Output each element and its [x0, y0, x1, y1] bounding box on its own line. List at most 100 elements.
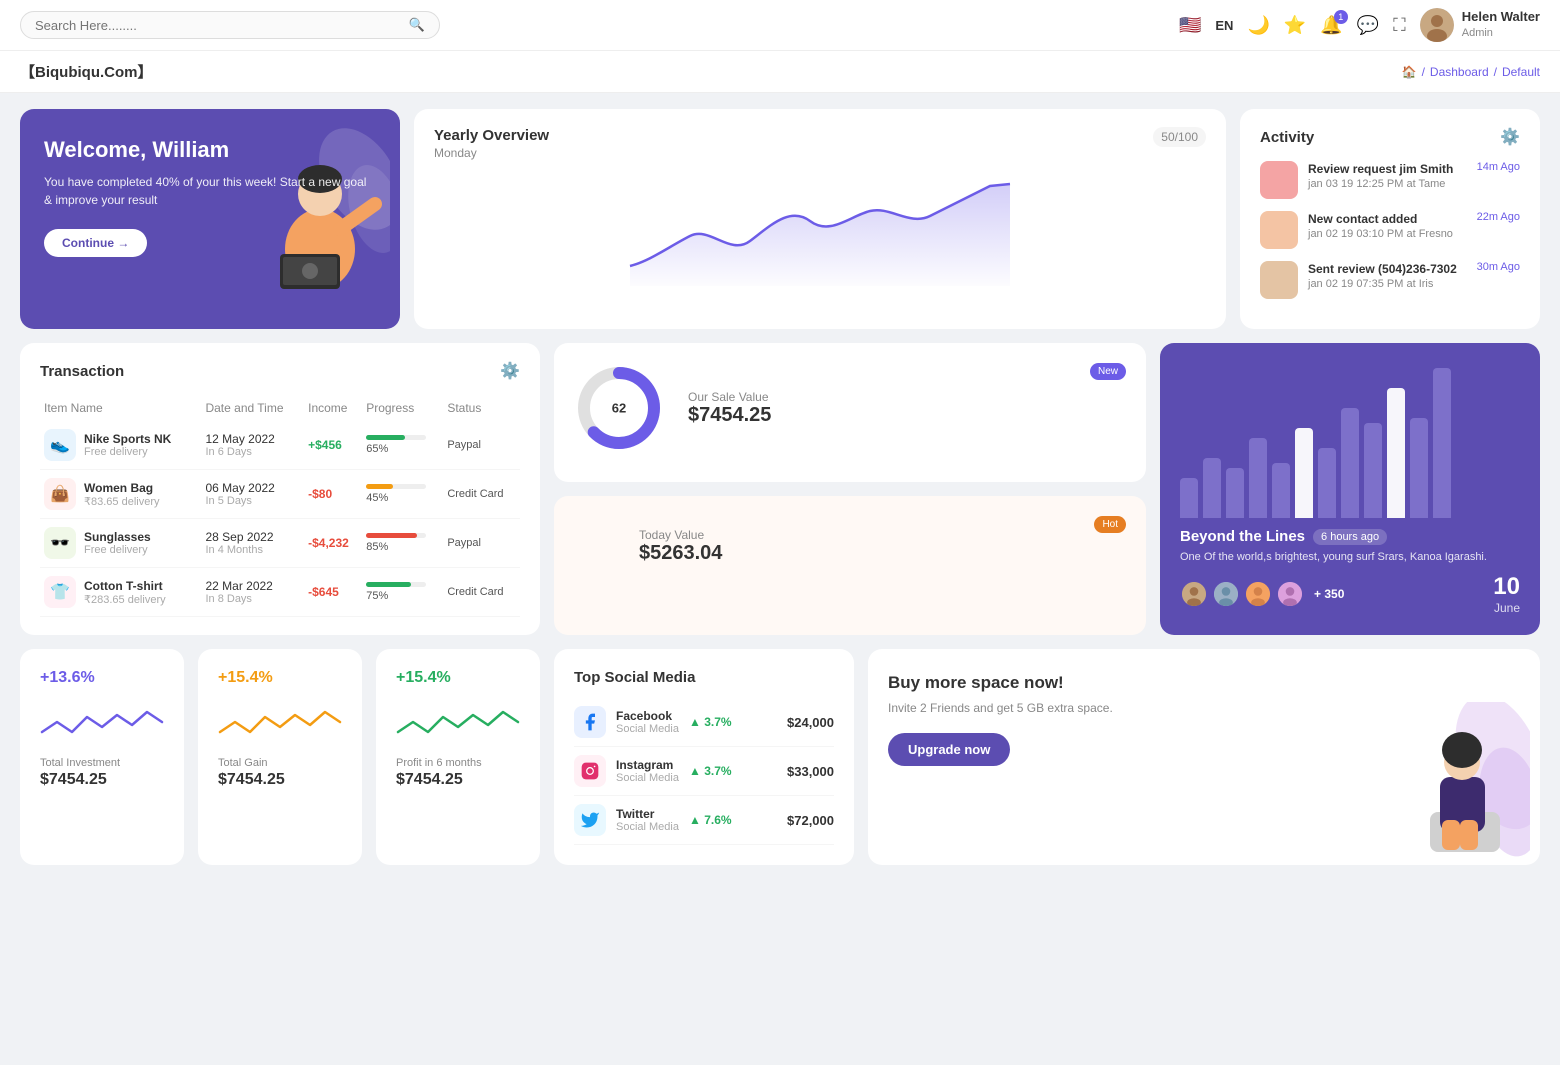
row-1: Welcome, William You have completed 40% …	[20, 109, 1540, 329]
date-cell: 12 May 2022 In 6 Days	[201, 421, 304, 470]
search-input[interactable]	[35, 18, 401, 33]
breadcrumb-bar: 【Biqubiqu.Com】 🏠 / Dashboard / Default	[0, 51, 1560, 93]
sale-column: 62 Our Sale Value $7454.25 New Today Val…	[554, 343, 1146, 635]
search-icon: 🔍	[409, 17, 425, 33]
activity-detail: jan 02 19 07:35 PM at Iris	[1308, 278, 1467, 290]
yearly-progress: 50/100	[1153, 127, 1206, 147]
today-info: Today Value $5263.04	[639, 528, 722, 565]
fullscreen-icon[interactable]: ⛶	[1393, 15, 1406, 36]
activity-item: Review request jim Smith jan 03 19 12:25…	[1260, 161, 1520, 199]
stat-value: $7454.25	[396, 771, 520, 789]
item-name: Cotton T-shirt	[84, 579, 166, 593]
notification-badge: 1	[1334, 10, 1348, 24]
social-name-group: Facebook Social Media	[616, 709, 679, 735]
stat-card: +15.4% Total Gain $7454.25	[198, 649, 362, 865]
user-role: Admin	[1462, 26, 1540, 40]
yearly-subtitle: Monday	[434, 146, 549, 160]
social-pct: ▲ 7.6%	[689, 813, 732, 827]
language-label[interactable]: EN	[1215, 18, 1233, 33]
welcome-title: Welcome, William	[44, 137, 376, 163]
activity-title: Activity	[1260, 129, 1314, 146]
progress-pct: 45%	[366, 492, 439, 504]
social-amount: $33,000	[787, 764, 834, 779]
stat-label: Total Gain	[218, 757, 342, 769]
item-date: 06 May 2022	[205, 481, 300, 495]
item-date: 12 May 2022	[205, 432, 300, 446]
activity-card: Activity ⚙️ Review request jim Smith jan…	[1240, 109, 1540, 329]
upgrade-button[interactable]: Upgrade now	[888, 733, 1010, 766]
progress-pct: 85%	[366, 541, 439, 553]
main-content: Welcome, William You have completed 40% …	[0, 93, 1560, 881]
donut-chart: 62	[574, 363, 664, 453]
item-days: In 6 Days	[205, 446, 300, 458]
avatar-3	[1244, 580, 1272, 608]
yearly-chart	[434, 166, 1206, 286]
item-name: Sunglasses	[84, 530, 151, 544]
item-name-cell: 🕶️ Sunglasses Free delivery	[40, 519, 201, 568]
activity-time: 22m Ago	[1477, 211, 1520, 223]
social-pct: ▲ 3.7%	[689, 764, 732, 778]
plus-count: + 350	[1314, 587, 1344, 601]
yearly-header: Yearly Overview Monday 50/100	[434, 127, 1206, 160]
item-name-cell: 👕 Cotton T-shirt ₹283.65 delivery	[40, 568, 201, 617]
buy-illustration	[1400, 702, 1530, 865]
notification-icon[interactable]: 🔔1	[1320, 15, 1342, 36]
progress-pct: 75%	[366, 590, 439, 602]
breadcrumb-dashboard[interactable]: Dashboard	[1430, 65, 1489, 79]
social-icon	[574, 706, 606, 738]
date-box: 10 June	[1493, 573, 1520, 615]
social-icon	[574, 755, 606, 787]
item-icon: 👜	[44, 478, 76, 510]
stat-pct: +15.4%	[396, 669, 520, 687]
home-icon[interactable]: 🏠	[1402, 65, 1417, 79]
yearly-overview-card: Yearly Overview Monday 50/100	[414, 109, 1226, 329]
activity-name: Review request jim Smith	[1308, 162, 1453, 176]
status-cell: Paypal	[443, 519, 520, 568]
star-icon[interactable]: ⭐	[1284, 15, 1306, 36]
stat-pct: +13.6%	[40, 669, 164, 687]
sale-value-card: 62 Our Sale Value $7454.25 New	[554, 343, 1146, 482]
today-top: Today Value $5263.04 Hot	[574, 516, 1126, 576]
beyond-bar	[1203, 458, 1221, 518]
income-cell: -$4,232	[304, 519, 362, 568]
new-badge: New	[1090, 363, 1126, 380]
item-icon: 👟	[44, 429, 76, 461]
user-name: Helen Walter	[1462, 9, 1540, 26]
date-cell: 22 Mar 2022 In 8 Days	[201, 568, 304, 617]
activity-name: Sent review (504)236-7302	[1308, 262, 1457, 276]
search-bar[interactable]: 🔍	[20, 11, 440, 39]
sale-top: 62 Our Sale Value $7454.25 New	[574, 363, 1126, 453]
social-item: Twitter Social Media ▲ 7.6% $72,000	[574, 796, 834, 845]
social-name-group: Twitter Social Media	[616, 807, 679, 833]
social-name: Facebook	[616, 709, 679, 723]
social-list: Facebook Social Media ▲ 3.7% $24,000 Ins…	[574, 698, 834, 845]
activity-time: 30m Ago	[1477, 261, 1520, 273]
activity-settings[interactable]: ⚙️	[1500, 127, 1520, 147]
item-sub: ₹283.65 delivery	[84, 593, 166, 606]
buy-title: Buy more space now!	[888, 673, 1520, 693]
social-pct: ▲ 3.7%	[689, 715, 732, 729]
item-date: 22 Mar 2022	[205, 579, 300, 593]
continue-button[interactable]: Continue →	[44, 229, 147, 257]
user-profile[interactable]: Helen Walter Admin	[1420, 8, 1540, 42]
beyond-card: Beyond the Lines 6 hours ago One Of the …	[1160, 343, 1540, 635]
stat-pct: +15.4%	[218, 669, 342, 687]
avatar-1	[1180, 580, 1208, 608]
row-2: Transaction ⚙️ Item NameDate and TimeInc…	[20, 343, 1540, 635]
avatar-4	[1276, 580, 1304, 608]
breadcrumb-sep1: /	[1422, 65, 1425, 79]
table-header: Status	[443, 395, 520, 421]
brand-logo: 【Biqubiqu.Com】	[20, 61, 152, 82]
message-icon[interactable]: 💬	[1357, 15, 1379, 36]
beyond-bar	[1272, 463, 1290, 518]
item-name: Women Bag	[84, 481, 160, 495]
progress-bar-wrap	[366, 484, 426, 489]
top-navigation: 🔍 🇺🇸 EN 🌙 ⭐ 🔔1 💬 ⛶ Helen Walter Admin	[0, 0, 1560, 51]
stat-value: $7454.25	[218, 771, 342, 789]
flag-icon: 🇺🇸	[1179, 15, 1201, 36]
transaction-settings[interactable]: ⚙️	[500, 361, 520, 381]
today-value-card: Today Value $5263.04 Hot	[554, 496, 1146, 635]
avatar-2	[1212, 580, 1240, 608]
item-name-cell: 👟 Nike Sports NK Free delivery	[40, 421, 201, 470]
theme-toggle[interactable]: 🌙	[1247, 15, 1269, 36]
